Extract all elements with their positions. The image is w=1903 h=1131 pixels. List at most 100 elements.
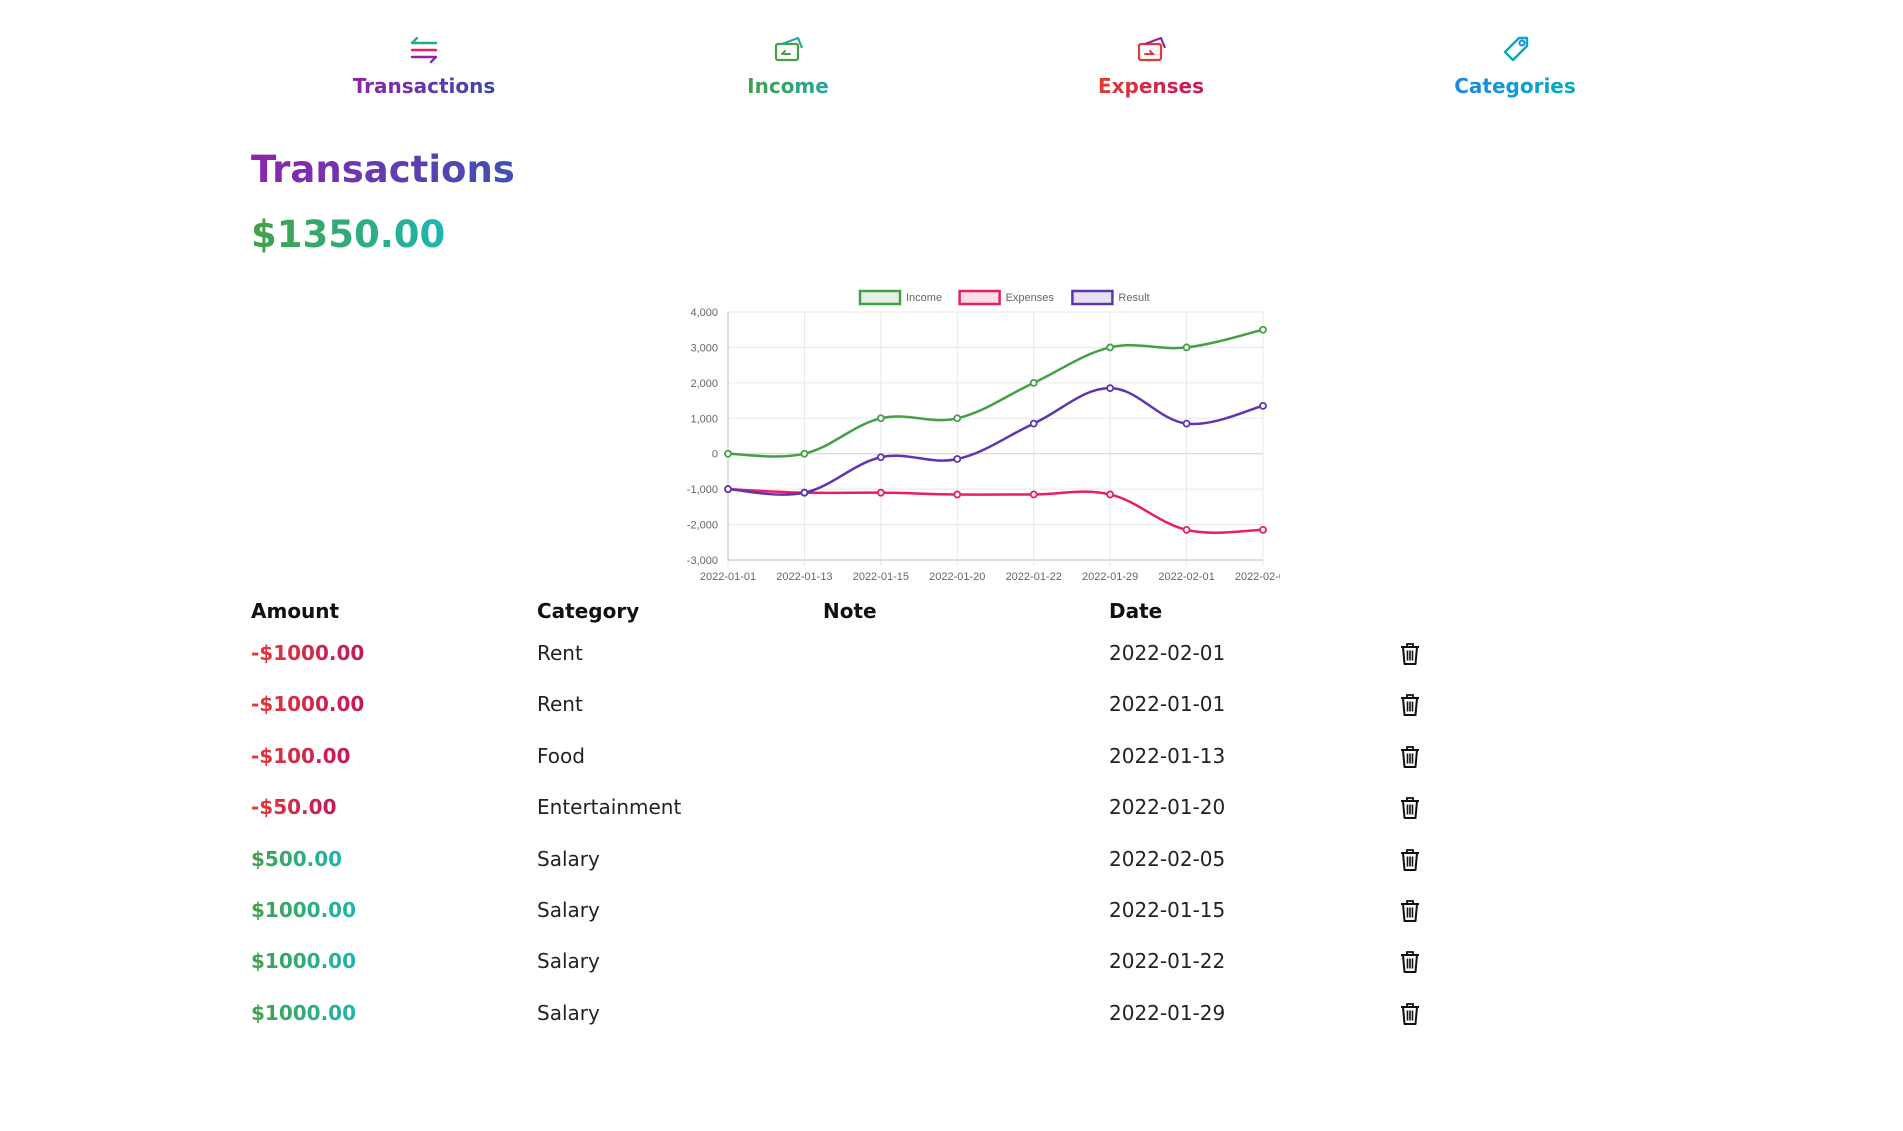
x-tick-label: 2022-01-20: [929, 571, 985, 583]
row-amount: $1000.00: [251, 888, 356, 932]
top-nav: Transactions Income Expenses Categories: [0, 30, 1903, 110]
trash-icon: [1397, 949, 1423, 975]
data-point: [1259, 401, 1267, 410]
data-point: [1259, 525, 1267, 534]
row-date: 2022-01-22: [1109, 949, 1226, 974]
trash-icon: [1397, 692, 1423, 718]
data-point: [1106, 490, 1115, 499]
x-tick-label: 2022-01-22: [1006, 571, 1062, 583]
header-category: Category: [537, 599, 640, 623]
table-row: $1000.00 Salary 2022-01-29: [251, 991, 1491, 1042]
data-point: [800, 449, 809, 458]
delete-button[interactable]: [1397, 1001, 1423, 1027]
row-category: Salary: [537, 897, 600, 922]
nav-label-transactions: Transactions: [352, 74, 496, 98]
table-row: -$1000.00 Rent 2022-02-01: [251, 631, 1491, 682]
x-tick-label: 2022-02-01: [1158, 571, 1214, 583]
row-date: 2022-01-15: [1109, 897, 1226, 922]
table-header: Amount Category Note Date: [251, 591, 1491, 631]
nav-item-transactions[interactable]: Transactions: [314, 30, 534, 110]
delete-button[interactable]: [1397, 898, 1423, 924]
y-tick-label: 3,000: [690, 342, 718, 354]
row-date: 2022-01-01: [1109, 692, 1226, 717]
data-point: [953, 490, 962, 499]
series-line-income: [727, 328, 1264, 458]
data-point: [876, 453, 885, 462]
trash-icon: [1397, 847, 1423, 873]
x-tick-label: 2022-01-13: [776, 571, 832, 583]
delete-button[interactable]: [1397, 949, 1423, 975]
y-tick-label: -3,000: [687, 555, 718, 567]
row-date: 2022-02-05: [1109, 846, 1226, 871]
data-point: [1182, 419, 1191, 428]
row-category: Salary: [537, 949, 600, 974]
balance-total: $1350.00: [251, 211, 445, 259]
row-amount: -$50.00: [251, 785, 336, 829]
tag-icon: [1495, 30, 1535, 70]
header-amount: Amount: [251, 599, 340, 623]
x-tick-label: 2022-01-01: [700, 571, 756, 583]
data-point: [953, 414, 962, 423]
row-category: Salary: [537, 1000, 600, 1025]
y-tick-label: -2,000: [687, 520, 718, 532]
row-category: Entertainment: [537, 795, 682, 820]
data-point: [800, 488, 809, 497]
header-date: Date: [1109, 599, 1163, 623]
data-point: [953, 455, 962, 463]
delete-button[interactable]: [1397, 847, 1423, 873]
table-row: -$50.00 Entertainment 2022-01-20: [251, 785, 1491, 836]
table-row: -$1000.00 Rent 2022-01-01: [251, 682, 1491, 733]
data-point: [1182, 343, 1191, 352]
wallet-expense-icon: [1131, 30, 1171, 70]
row-amount: -$100.00: [251, 734, 350, 778]
delete-button[interactable]: [1397, 692, 1423, 718]
y-tick-label: -1,000: [687, 484, 718, 496]
trash-icon: [1397, 1001, 1423, 1027]
header-note: Note: [823, 599, 877, 623]
y-tick-label: 4,000: [690, 307, 718, 319]
row-category: Salary: [537, 846, 600, 871]
nav-label-categories: Categories: [1454, 74, 1576, 98]
data-point: [876, 414, 885, 423]
row-amount: -$1000.00: [251, 682, 364, 726]
trash-icon: [1397, 744, 1423, 770]
row-amount: $500.00: [251, 837, 342, 881]
legend-swatch-expenses: [958, 289, 1001, 306]
trash-icon: [1397, 795, 1423, 821]
row-category: Rent: [537, 641, 583, 665]
data-point: [724, 449, 732, 458]
legend-label-expenses: Expenses: [1006, 292, 1055, 304]
nav-item-expenses[interactable]: Expenses: [1041, 30, 1261, 110]
wallet-income-icon: [768, 30, 808, 70]
y-tick-label: 0: [712, 449, 718, 461]
y-tick-label: 2,000: [690, 378, 718, 390]
data-point: [876, 488, 885, 497]
nav-item-income[interactable]: Income: [678, 30, 898, 110]
data-point: [1106, 343, 1115, 352]
trash-icon: [1397, 898, 1423, 924]
trash-icon: [1397, 641, 1423, 667]
data-point: [1029, 490, 1038, 499]
y-tick-label: 1,000: [690, 413, 718, 425]
nav-label-expenses: Expenses: [1097, 74, 1205, 98]
delete-button[interactable]: [1397, 795, 1423, 821]
arrows-exchange-icon: [404, 30, 444, 70]
row-category: Food: [537, 743, 585, 768]
delete-button[interactable]: [1397, 641, 1423, 667]
table-body: -$1000.00 Rent 2022-02-01 -$1000.00 Rent 2022…: [251, 631, 1491, 1042]
table-row: -$100.00 Food 2022-01-13: [251, 734, 1491, 785]
row-amount: $1000.00: [251, 939, 356, 983]
app-root: Transactions Income Expenses Categories …: [0, 0, 1903, 1131]
data-point: [1182, 525, 1191, 534]
legend-label-result: Result: [1118, 292, 1149, 304]
data-point: [1106, 384, 1115, 393]
row-date: 2022-01-13: [1109, 743, 1226, 768]
data-point: [1029, 378, 1038, 387]
nav-item-categories[interactable]: Categories: [1405, 30, 1625, 110]
table-row: $1000.00 Salary 2022-01-15: [251, 888, 1491, 939]
page-title: Transactions: [251, 146, 515, 194]
delete-button[interactable]: [1397, 744, 1423, 770]
x-tick-label: 2022-01-15: [853, 571, 909, 583]
row-date: 2022-02-01: [1109, 641, 1226, 665]
legend-swatch-result: [1071, 289, 1114, 306]
